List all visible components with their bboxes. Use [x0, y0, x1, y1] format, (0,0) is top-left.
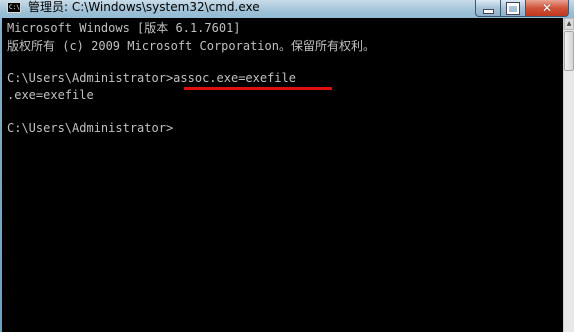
console-line-command: C:\Users\Administrator>assoc.exe=exefile [7, 71, 296, 85]
console-output[interactable]: Microsoft Windows [版本 6.1.7601] 版权所有 (c)… [2, 18, 563, 332]
window-controls: ✕ [475, 0, 569, 17]
window-title: 管理员: C:\Windows\system32\cmd.exe [28, 0, 260, 14]
vertical-scrollbar[interactable]: ▲ [563, 18, 574, 332]
cmd-app-icon[interactable]: C:\ [7, 2, 21, 13]
maximize-button[interactable] [501, 0, 526, 17]
maximize-icon [506, 1, 520, 15]
command-highlight-underline [184, 87, 332, 90]
console-line-prompt: C:\Users\Administrator> [7, 121, 174, 135]
minimize-icon [482, 8, 494, 14]
console-line-result: .exe=exefile [7, 88, 94, 102]
cmd-window: C:\ 管理员: C:\Windows\system32\cmd.exe ✕ M… [0, 0, 574, 332]
close-button[interactable]: ✕ [526, 0, 569, 17]
close-icon: ✕ [541, 1, 553, 15]
console-line-version: Microsoft Windows [版本 6.1.7601] [7, 21, 241, 35]
minimize-button[interactable] [475, 0, 501, 17]
console-line-copyright: 版权所有 (c) 2009 Microsoft Corporation。保留所有… [7, 39, 375, 53]
title-bar[interactable]: C:\ 管理员: C:\Windows\system32\cmd.exe ✕ [0, 0, 574, 18]
scroll-thumb[interactable] [564, 31, 574, 71]
scroll-up-arrow-icon[interactable]: ▲ [564, 18, 574, 30]
